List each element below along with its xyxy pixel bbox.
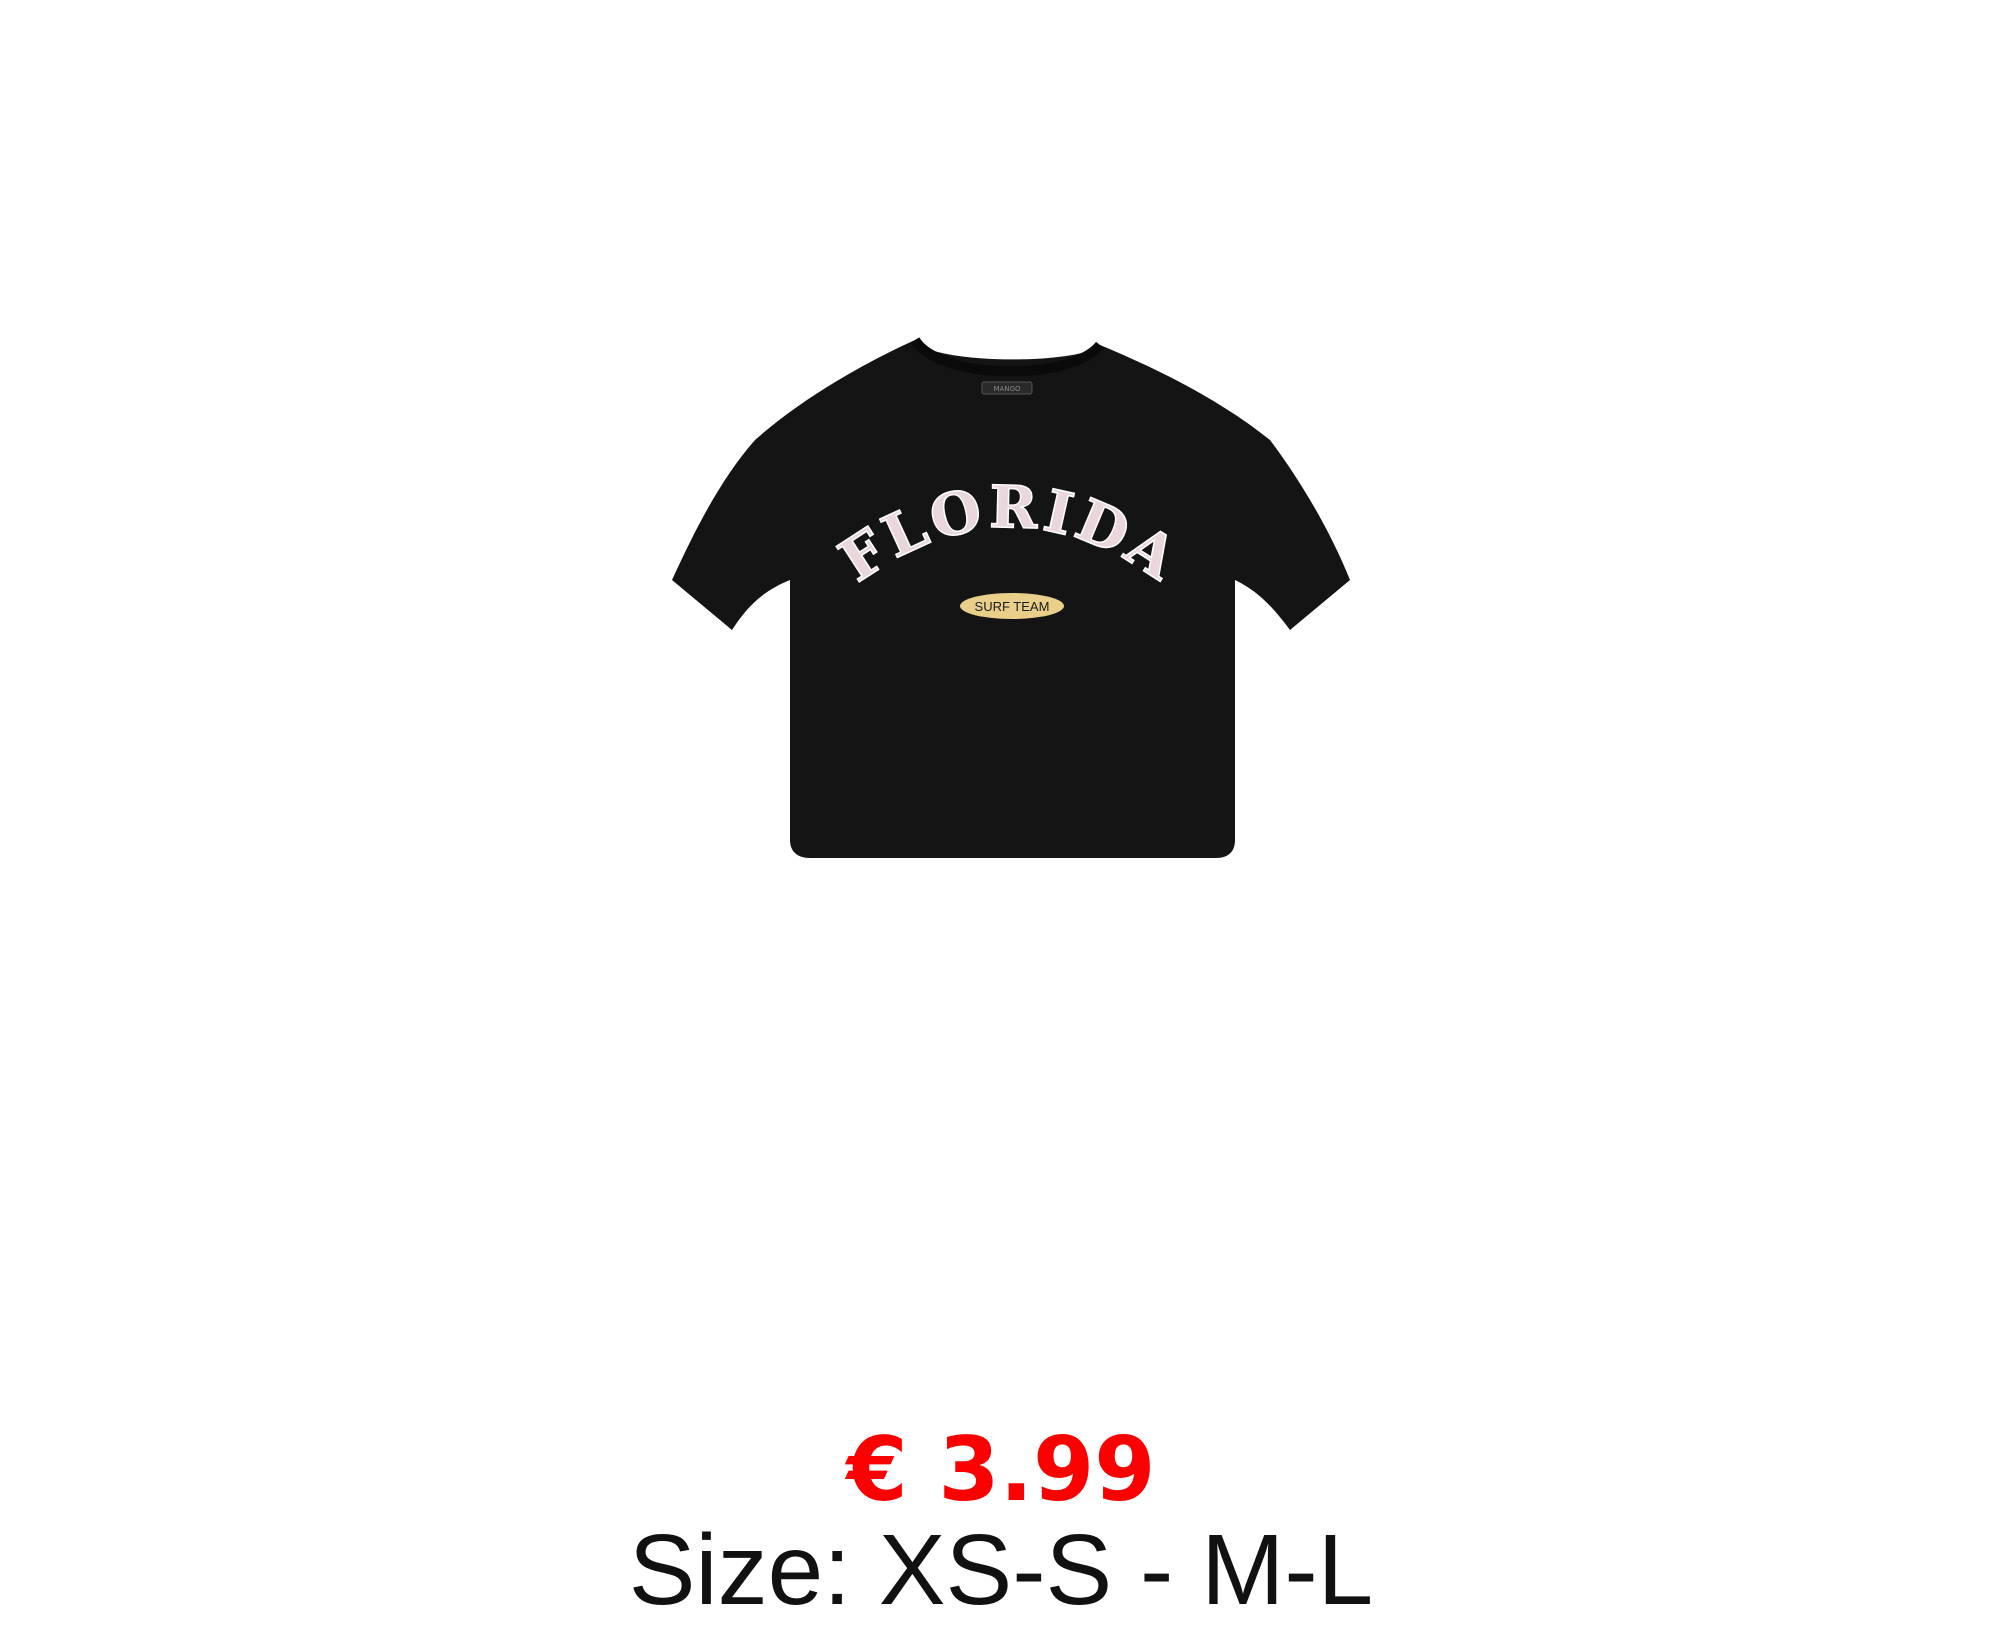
product-card[interactable]: MANGO FLORIDA SURF TEAM € 3.99 Size: XS-…	[0, 0, 2002, 1625]
size-label: Size: XS-S - M-L	[628, 1514, 1374, 1626]
surf-badge-text: SURF TEAM	[975, 599, 1050, 614]
svg-text:MANGO: MANGO	[994, 385, 1021, 393]
price: € 3.99	[846, 1418, 1156, 1521]
product-image[interactable]: MANGO FLORIDA SURF TEAM	[660, 330, 1360, 870]
